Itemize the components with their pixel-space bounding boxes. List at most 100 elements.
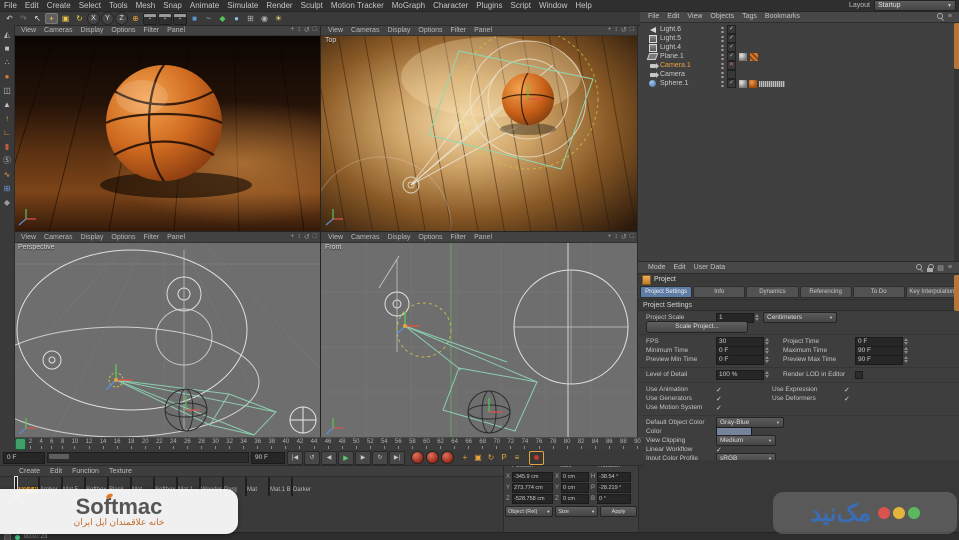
- use-animation-checkbox[interactable]: ✓: [716, 386, 758, 394]
- lock-workplane-icon[interactable]: ◆: [2, 197, 13, 207]
- menubar-item[interactable]: Window: [535, 1, 571, 10]
- autokey-frame-toggle[interactable]: [529, 450, 544, 465]
- object-name[interactable]: Sphere.1: [660, 80, 718, 87]
- viewport-menu-item[interactable]: View: [324, 234, 347, 241]
- attribute-menu-item[interactable]: Edit: [670, 264, 690, 271]
- play-backward-button[interactable]: ↺: [304, 450, 320, 465]
- dolly-icon[interactable]: ↕: [614, 26, 618, 34]
- object-manager-menu-item[interactable]: File: [644, 13, 663, 20]
- use-expression-checkbox[interactable]: ✓: [844, 386, 886, 394]
- object-name[interactable]: Camera: [660, 71, 718, 78]
- deformer-icon[interactable]: ◆: [216, 13, 229, 24]
- orbit-icon[interactable]: ↺: [304, 26, 310, 34]
- material-menu-item[interactable]: Texture: [104, 468, 137, 475]
- goto-end-button[interactable]: ▶|: [389, 450, 405, 465]
- viewport-top[interactable]: View Cameras Display Options Filter Panel + ↕…: [321, 25, 637, 231]
- pan-icon[interactable]: +: [290, 233, 294, 241]
- lock-x-axis-icon[interactable]: X: [87, 12, 100, 25]
- material-menu-item[interactable]: Function: [67, 468, 104, 475]
- scrollbar-thumb[interactable]: [954, 23, 959, 69]
- environment-icon[interactable]: ●: [230, 13, 243, 24]
- spinner[interactable]: [904, 338, 908, 345]
- light-icon[interactable]: ☀: [272, 13, 285, 24]
- camera-icon[interactable]: ◉: [258, 13, 271, 24]
- key-position-toggle[interactable]: +: [459, 452, 471, 464]
- rotation-field[interactable]: -28.219 °: [597, 482, 631, 493]
- menubar-item[interactable]: Render: [262, 1, 296, 10]
- spinner[interactable]: [904, 356, 908, 363]
- viewport-menu-item[interactable]: Cameras: [40, 234, 76, 241]
- material-menu-item[interactable]: Edit: [45, 468, 67, 475]
- rotation-field[interactable]: -38.54 °: [597, 471, 631, 482]
- lock-y-axis-icon[interactable]: Y: [101, 12, 114, 25]
- workplane-mode-icon[interactable]: ∟: [2, 127, 13, 137]
- lock-z-axis-icon[interactable]: Z: [115, 12, 128, 25]
- viewport-menu-item[interactable]: Panel: [163, 27, 189, 34]
- record-objects-button[interactable]: [426, 451, 439, 464]
- object-manager-scrollbar[interactable]: [954, 23, 959, 261]
- attribute-menu-item[interactable]: Mode: [644, 264, 670, 271]
- toggle-view-icon[interactable]: □: [313, 233, 317, 241]
- viewport-menu-item[interactable]: View: [17, 27, 40, 34]
- dolly-icon[interactable]: ↕: [614, 233, 618, 241]
- toggle-view-icon[interactable]: □: [630, 233, 634, 241]
- attribute-tab[interactable]: Dynamics: [746, 286, 799, 298]
- previous-frame-button[interactable]: ◀: [321, 450, 337, 465]
- object-row[interactable]: Sphere.1: [638, 79, 959, 88]
- viewport-perspective[interactable]: View Cameras Display Options Filter Panel + ↕…: [14, 232, 320, 437]
- orbit-icon[interactable]: ↺: [304, 233, 310, 241]
- play-button[interactable]: ▶: [338, 450, 354, 465]
- object-manager-menu-item[interactable]: Objects: [706, 13, 738, 20]
- object-row[interactable]: Camera.1: [638, 61, 959, 70]
- menubar-item[interactable]: File: [0, 1, 21, 10]
- object-name[interactable]: Camera.1: [660, 62, 718, 69]
- render-settings-icon[interactable]: ▪: [173, 12, 187, 25]
- object-manager-menu-item[interactable]: Bookmarks: [761, 13, 804, 20]
- filter-icon[interactable]: ≡: [948, 13, 952, 20]
- point-mode-icon[interactable]: ∴: [2, 57, 13, 67]
- size-field[interactable]: 0 cm: [561, 471, 589, 482]
- menubar-item[interactable]: Simulate: [223, 1, 262, 10]
- rotation-field[interactable]: 0 °: [597, 493, 631, 504]
- object-row[interactable]: Light.4: [638, 43, 959, 52]
- visibility-dots[interactable]: [721, 80, 724, 87]
- unit-select[interactable]: Centimeters ▼: [763, 312, 837, 323]
- menubar-item[interactable]: Create: [43, 1, 75, 10]
- viewport-top-canvas[interactable]: [321, 35, 637, 231]
- enable-state-icon[interactable]: [727, 25, 736, 34]
- menubar-item[interactable]: Tools: [105, 1, 132, 10]
- enable-state-icon[interactable]: [727, 70, 736, 79]
- apply-button[interactable]: Apply: [600, 506, 638, 517]
- toggle-view-icon[interactable]: □: [630, 26, 634, 34]
- next-frame-button[interactable]: ▶: [355, 450, 371, 465]
- dynamics-icon[interactable]: ∿: [2, 169, 13, 179]
- pan-icon[interactable]: +: [607, 233, 611, 241]
- viewport-menu-item[interactable]: View: [17, 234, 40, 241]
- key-scale-toggle[interactable]: ▣: [472, 452, 484, 464]
- render-view-icon[interactable]: ▪: [143, 12, 157, 25]
- rotate-tool-icon[interactable]: ↻: [73, 13, 86, 24]
- viewport-menu-item[interactable]: Filter: [447, 27, 471, 34]
- attribute-tab[interactable]: Info: [693, 286, 746, 298]
- range-grip[interactable]: [49, 454, 69, 459]
- visibility-dots[interactable]: [721, 71, 724, 78]
- lod-field[interactable]: 100 %: [716, 369, 764, 380]
- pan-icon[interactable]: +: [290, 26, 294, 34]
- goto-start-button[interactable]: |◀: [287, 450, 303, 465]
- object-tags[interactable]: [739, 79, 787, 88]
- move-tool-icon[interactable]: +: [45, 13, 58, 24]
- attribute-scrollbar-thumb[interactable]: [954, 275, 959, 311]
- search-icon[interactable]: [916, 263, 923, 272]
- menubar-item[interactable]: Motion Tracker: [327, 1, 388, 10]
- use-generators-checkbox[interactable]: ✓: [716, 395, 758, 403]
- floor-icon[interactable]: ⊞: [244, 13, 257, 24]
- viewport-menu-item[interactable]: Cameras: [40, 27, 76, 34]
- menubar-item[interactable]: Mesh: [132, 1, 160, 10]
- material-item[interactable]: Mat.1 B: [268, 477, 291, 496]
- undo-icon[interactable]: ↶: [3, 13, 16, 24]
- viewport-menu-item[interactable]: Display: [76, 234, 107, 241]
- menubar-item[interactable]: Help: [571, 1, 595, 10]
- autokeying-button[interactable]: [441, 451, 454, 464]
- viewport-menu-item[interactable]: Filter: [447, 234, 471, 241]
- attribute-tab[interactable]: Referencing: [799, 286, 852, 298]
